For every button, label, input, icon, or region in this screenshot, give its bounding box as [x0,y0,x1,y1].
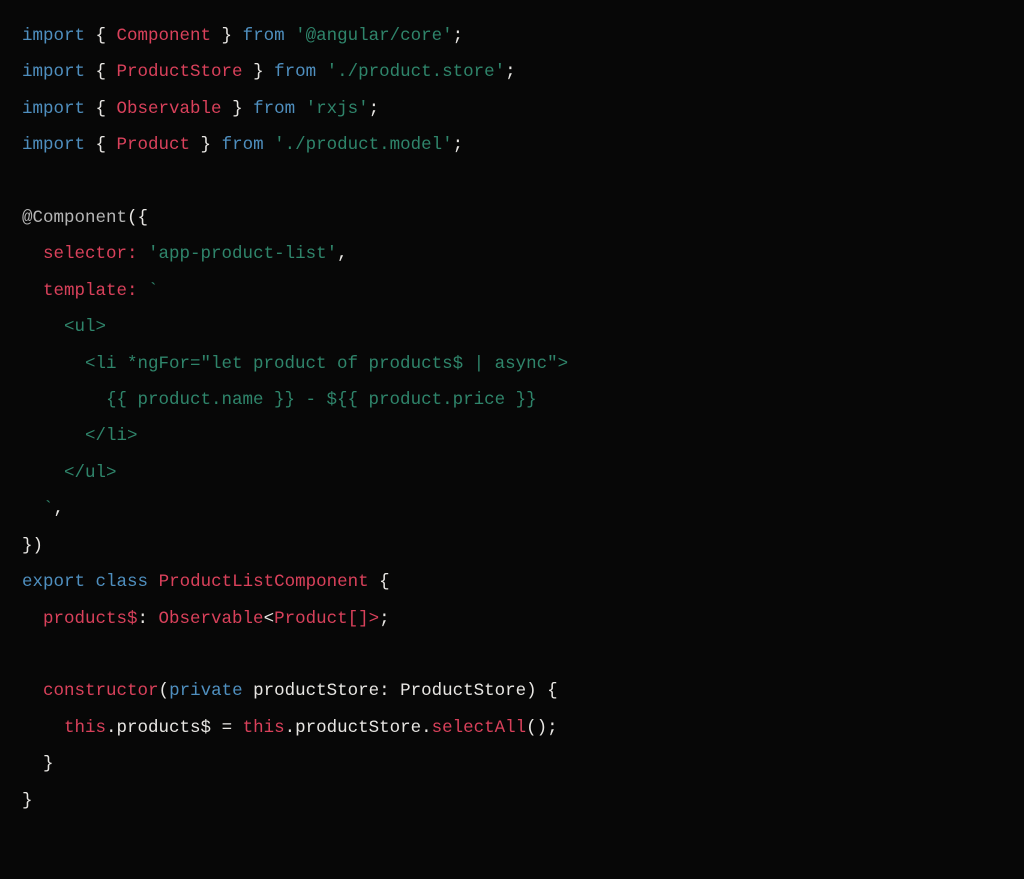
keyword-private: private [169,681,243,701]
string-selector: 'app-product-list' [148,244,337,264]
prop-selector: selector: [43,244,138,264]
keyword-from: from [253,99,295,119]
template-line: </ul> [22,463,117,483]
string-product-store: './product.store' [327,62,506,82]
code-block: import { Component } from '@angular/core… [0,0,1024,837]
symbol-component: Component [117,26,212,46]
prop-products: products$ [43,609,138,629]
template-tick-close: ` [22,499,54,519]
method-selectall: selectAll [432,718,527,738]
symbol-productstore: ProductStore [117,62,243,82]
symbol-observable: Observable [117,99,222,119]
template-line: {{ product.name }} - ${{ product.price }… [22,390,537,410]
type-suffix: []> [348,609,380,629]
type-product: Product [274,609,348,629]
string-angular-core: '@angular/core' [295,26,453,46]
keyword-class: class [96,572,149,592]
keyword-from: from [274,62,316,82]
decorator-component: @Component [22,208,127,228]
keyword-import: import [22,135,85,155]
member-store: productStore [295,718,421,738]
string-rxjs: 'rxjs' [306,99,369,119]
keyword-from: from [243,26,285,46]
prop-template: template: [43,281,138,301]
keyword-export: export [22,572,85,592]
this: this [64,718,106,738]
constructor: constructor [43,681,159,701]
param-name: productStore [253,681,379,701]
keyword-import: import [22,26,85,46]
string-product-model: './product.model' [274,135,453,155]
keyword-import: import [22,62,85,82]
member-products: products$ [117,718,212,738]
keyword-from: from [222,135,264,155]
template-line: <ul> [22,317,106,337]
template-line: <li *ngFor="let product of products$ | a… [22,354,568,374]
template-line: </li> [22,426,138,446]
class-name: ProductListComponent [159,572,369,592]
param-type: ProductStore [400,681,526,701]
template-tick-open: ` [148,281,159,301]
symbol-product: Product [117,135,191,155]
this: this [243,718,285,738]
type-observable: Observable [159,609,264,629]
keyword-import: import [22,99,85,119]
